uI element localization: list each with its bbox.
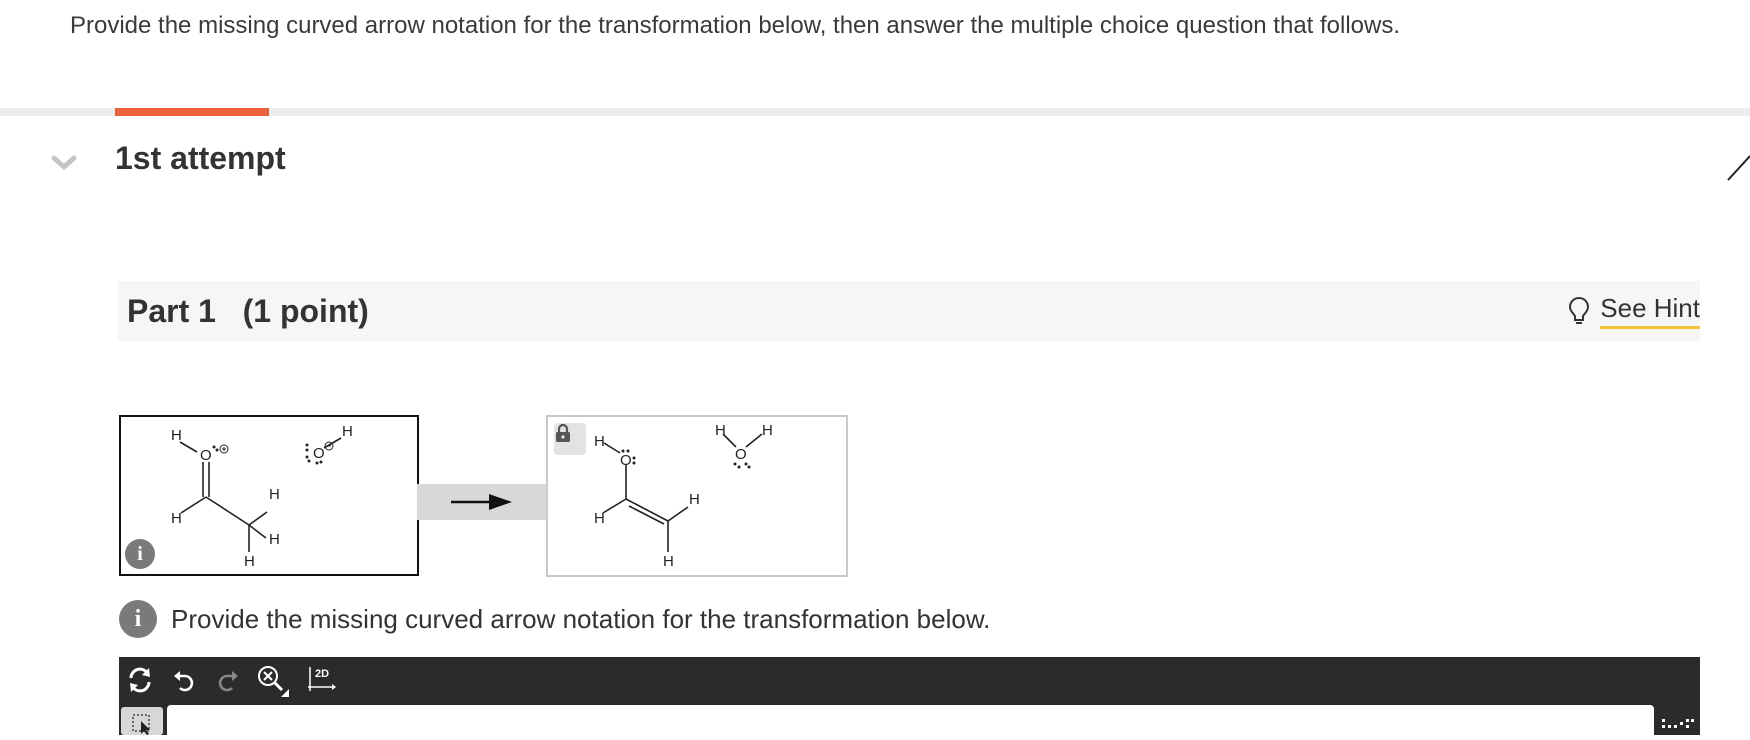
svg-text:H: H <box>269 531 280 548</box>
select-tool[interactable] <box>121 707 163 735</box>
svg-text:O: O <box>620 452 632 469</box>
see-hint-label: See Hint <box>1600 293 1700 329</box>
pencil-icon[interactable] <box>1724 146 1750 186</box>
svg-text:H: H <box>342 423 353 440</box>
svg-text:H: H <box>762 422 773 439</box>
eraser-icon <box>258 666 289 697</box>
clean-2d-icon: 2D <box>308 667 336 691</box>
attempt-title: 1st attempt <box>115 140 286 176</box>
svg-text:O: O <box>735 446 747 463</box>
svg-text:H: H <box>171 427 182 444</box>
svg-text:H: H <box>171 510 182 527</box>
question-intro: Provide the missing curved arrow notatio… <box>70 12 1401 39</box>
part-points: (1 point) <box>242 293 369 329</box>
instruction: i Provide the missing curved arrow notat… <box>119 600 990 638</box>
svg-text:H: H <box>244 553 255 570</box>
templates-tool[interactable] <box>1660 713 1696 733</box>
product-structure: H O H H H H O H <box>546 415 848 577</box>
undo-icon <box>174 671 194 692</box>
part-title: Part 1 (1 point) <box>127 293 369 330</box>
refresh-icon <box>129 667 151 693</box>
svg-text:H: H <box>689 491 700 508</box>
right-arrow-icon <box>451 494 512 510</box>
svg-text:2D: 2D <box>315 668 329 680</box>
see-hint-button[interactable]: See Hint <box>1568 293 1700 329</box>
erase-tool[interactable] <box>255 663 289 697</box>
drawing-canvas[interactable] <box>167 705 1654 735</box>
clean-2d-button[interactable]: 2D <box>305 663 339 697</box>
enol-and-water-molecules: H O H H H H O H <box>594 422 773 570</box>
attempt-progress-fill <box>115 108 269 116</box>
info-icon: i <box>119 600 157 638</box>
lightbulb-icon <box>1569 296 1590 324</box>
svg-text:H: H <box>663 553 674 570</box>
undo-button[interactable] <box>167 663 201 697</box>
svg-text:H: H <box>269 486 280 503</box>
starting-material-structure[interactable]: H O H H H H O H i <box>119 415 419 576</box>
clear-canvas-button[interactable] <box>123 663 157 697</box>
lock-icon <box>554 423 586 455</box>
attempt-collapse-toggle[interactable] <box>50 150 78 174</box>
chevron-down-icon <box>51 155 77 170</box>
selection-icon <box>132 714 150 735</box>
svg-text:O: O <box>200 447 212 464</box>
part-header: Part 1 (1 point) See Hint <box>118 281 1700 341</box>
svg-text:H: H <box>715 422 726 439</box>
redo-button[interactable] <box>211 663 245 697</box>
part-label: Part 1 <box>127 293 216 329</box>
svg-text:H: H <box>594 433 605 450</box>
drawing-toolbar: 2D <box>119 657 1700 705</box>
svg-text:O: O <box>313 445 325 462</box>
instruction-text: Provide the missing curved arrow notatio… <box>171 603 991 634</box>
grid-icon <box>1662 719 1694 728</box>
svg-text:H: H <box>594 510 605 527</box>
info-icon[interactable]: i <box>125 539 155 569</box>
drawing-canvas-area <box>119 705 1700 735</box>
redo-icon <box>218 671 238 692</box>
protonated-acetaldehyde-molecule: H O H H H H O H <box>171 423 353 570</box>
reaction-arrow <box>417 484 546 520</box>
